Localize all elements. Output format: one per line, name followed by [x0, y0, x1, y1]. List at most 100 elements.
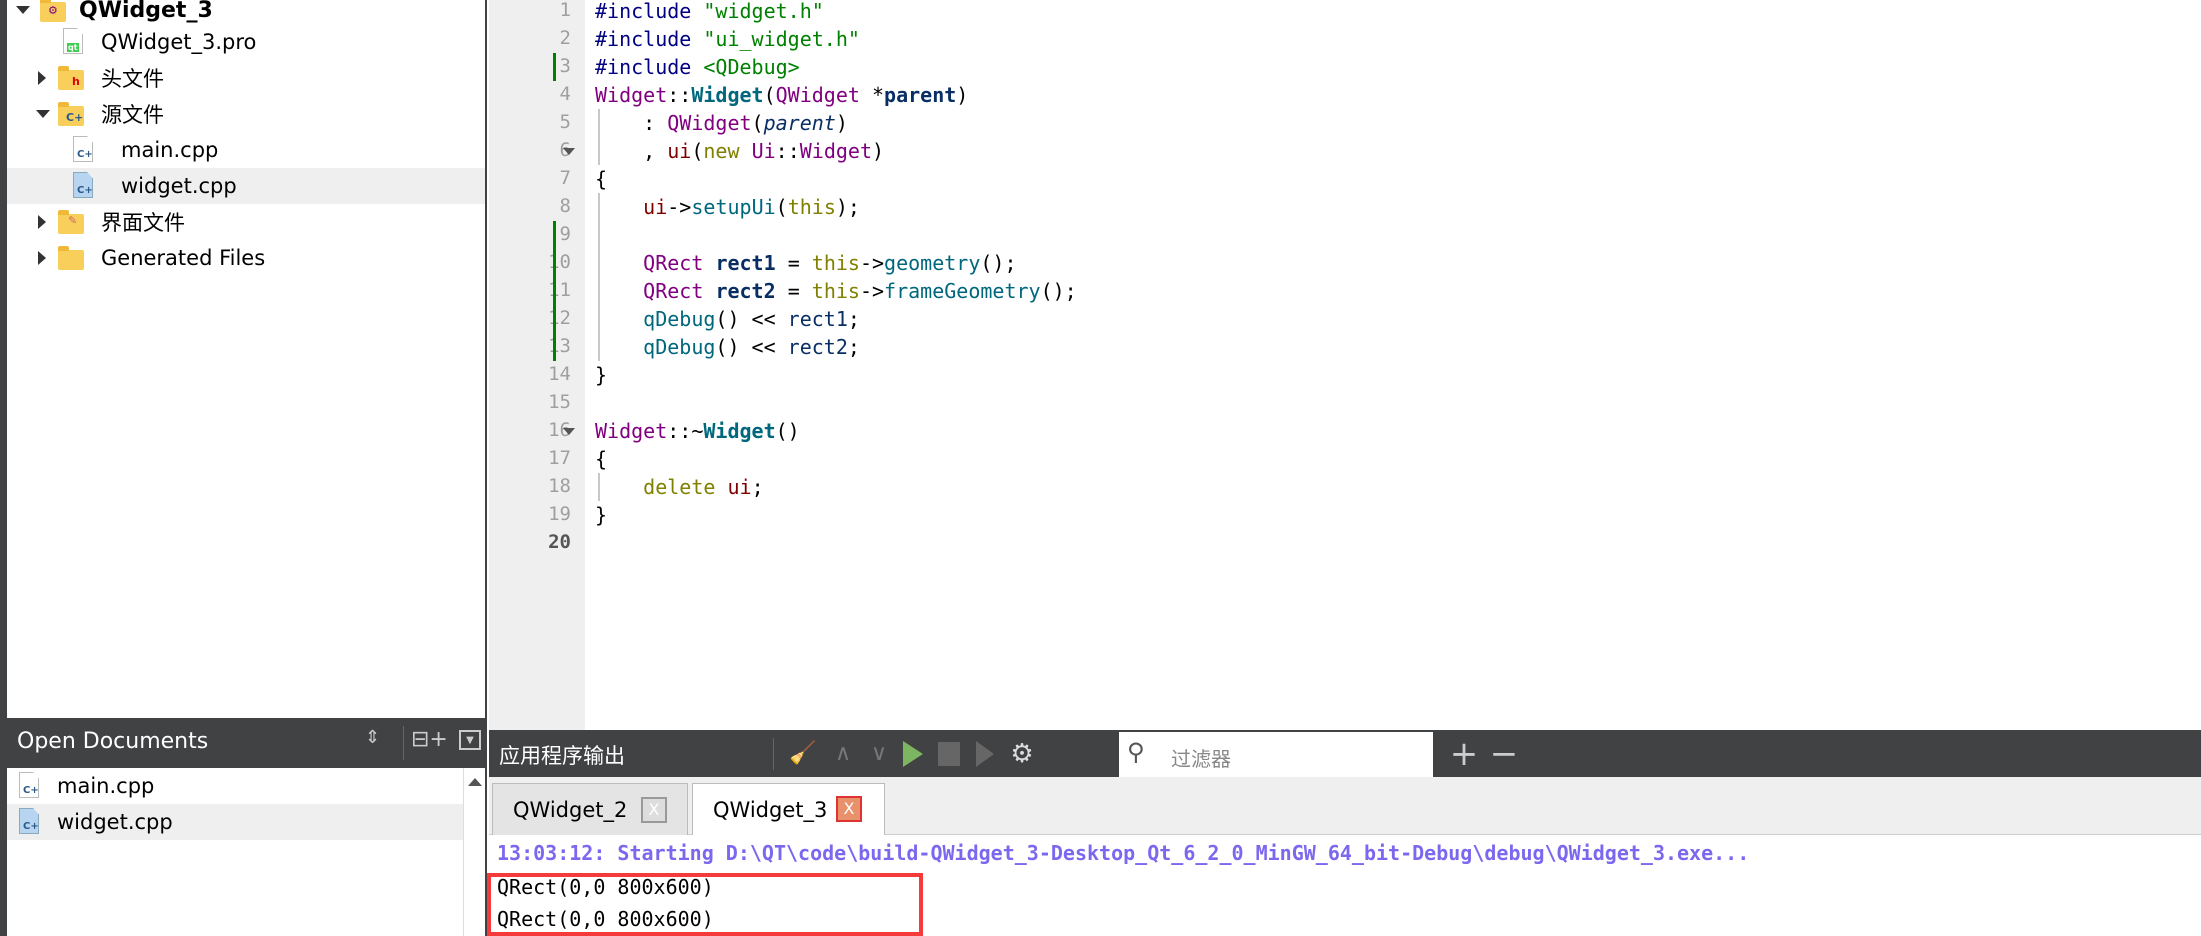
project-panel: ⚙ QWidget_3 qt QWidget_3.pro h 头文件 C+ 源文… [0, 0, 487, 936]
line-number: 14 [548, 363, 571, 385]
code-line: { [595, 165, 607, 193]
highlight-box [487, 873, 923, 936]
cpp-file-icon: C+ [19, 772, 39, 798]
code-token: frameGeometry [884, 279, 1041, 303]
tree-item-sources[interactable]: C+ 源文件 [7, 96, 485, 132]
add-icon[interactable]: + [1449, 730, 1479, 777]
collapse-arrow-icon[interactable] [16, 6, 30, 14]
code-token: ui [643, 195, 668, 219]
settings-gear-icon[interactable]: ⚙ [1007, 730, 1037, 777]
code-line: : QWidget(parent) [595, 109, 848, 137]
line-number: 3 [559, 55, 571, 77]
line-number: 11 [548, 279, 571, 301]
code-token: (); [980, 251, 1017, 275]
tree-item-widget-cpp[interactable]: C+ widget.cpp [7, 168, 485, 204]
code-token: rect2 [787, 335, 848, 359]
line-number: 2 [559, 27, 571, 49]
code-line: { [595, 445, 607, 473]
split-add-icon[interactable]: ⊟+ [411, 727, 448, 752]
clear-broom-icon[interactable]: 🧹 [789, 730, 817, 777]
code-token: Widget [691, 83, 764, 107]
code-token: -> [667, 195, 692, 219]
code-line: , ui(new Ui::Widget) [595, 137, 884, 165]
open-documents-title: Open Documents [17, 729, 209, 754]
code-line: qDebug() << rect1; [595, 305, 860, 333]
fold-arrow-icon[interactable] [563, 148, 575, 155]
code-token: ui [727, 475, 752, 499]
line-number: 12 [548, 307, 571, 329]
code-token: -> [859, 251, 885, 275]
tree-item-main-cpp[interactable]: C+ main.cpp [7, 132, 485, 168]
close-tab-icon[interactable]: X [836, 796, 862, 822]
collapse-arrow-icon[interactable] [36, 110, 50, 118]
code-line: Widget::Widget(QWidget *parent) [595, 81, 968, 109]
line-number: 10 [548, 251, 571, 273]
open-doc-main-cpp[interactable]: C+ main.cpp [7, 768, 463, 804]
line-number: 18 [548, 475, 571, 497]
output-console[interactable]: 13:03:12: Starting D:\QT\code\build-QWid… [487, 835, 2201, 936]
fold-arrow-icon[interactable] [563, 428, 575, 435]
code-token: QWidget [775, 83, 860, 107]
code-token: ui [667, 139, 692, 163]
header-folder-icon: h [58, 66, 84, 90]
line-number: 8 [559, 195, 571, 217]
scroll-up-icon[interactable] [468, 778, 482, 786]
stop-icon[interactable] [935, 730, 963, 777]
tree-item-forms[interactable]: ✎ 界面文件 [7, 204, 485, 240]
tab-qwidget-2[interactable]: QWidget_2 X [492, 783, 688, 835]
tree-item-generated[interactable]: Generated Files [7, 240, 485, 276]
code-token: (); [1040, 279, 1077, 303]
code-token: <QDebug> [703, 55, 800, 79]
code-token: ; [751, 475, 764, 499]
code-line: delete ui; [595, 473, 764, 501]
code-line: qDebug() << rect2; [595, 333, 860, 361]
code-token: parent [763, 111, 836, 135]
filter-input[interactable]: ⚲ 过滤器 [1119, 732, 1433, 778]
code-token: = [775, 251, 812, 275]
code-token: geometry [884, 251, 981, 275]
debug-run-icon[interactable] [971, 730, 999, 777]
forms-folder-icon: ✎ [58, 210, 84, 234]
open-documents-header: Open Documents ⇕ ⊟+ ▼ [7, 718, 485, 768]
code-line: QRect rect1 = this->geometry(); [595, 249, 1017, 277]
code-token: delete [643, 475, 716, 499]
code-editor[interactable]: #include "widget.h" #include "ui_widget.h… [585, 0, 2201, 730]
code-token: "widget.h" [703, 0, 824, 23]
open-doc-widget-cpp[interactable]: C+ widget.cpp [7, 804, 463, 840]
code-token: { [595, 447, 608, 471]
code-token: #include [595, 27, 704, 51]
run-play-icon[interactable] [899, 730, 927, 777]
output-start-line: 13:03:12: Starting D:\QT\code\build-QWid… [497, 841, 1750, 865]
code-token: qDebug [643, 307, 716, 331]
remove-icon[interactable]: − [1489, 730, 1519, 777]
code-line: QRect rect2 = this->frameGeometry(); [595, 277, 1077, 305]
expand-arrow-icon[interactable] [38, 215, 46, 229]
tree-item-headers[interactable]: h 头文件 [7, 60, 485, 96]
code-token: ) [872, 139, 885, 163]
tab-qwidget-3[interactable]: QWidget_3 X [692, 783, 885, 836]
close-tab-icon[interactable]: X [641, 797, 667, 823]
code-token: rect1 [787, 307, 848, 331]
code-line: } [595, 361, 607, 389]
expand-arrow-icon[interactable] [38, 251, 46, 265]
next-down-icon[interactable]: ∨ [865, 730, 893, 777]
line-number: 15 [548, 391, 571, 413]
code-token: Widget [595, 419, 668, 443]
mode-bar-edge [0, 0, 7, 936]
code-token: parent [884, 83, 957, 107]
close-panel-icon[interactable]: ▼ [459, 730, 481, 750]
open-documents-scrollbar[interactable] [463, 768, 485, 936]
code-line: Widget::~Widget() [595, 417, 800, 445]
code-token: "ui_widget.h" [703, 27, 860, 51]
tree-item-pro[interactable]: qt QWidget_3.pro [7, 24, 485, 60]
expand-arrow-icon[interactable] [38, 71, 46, 85]
code-token: : [595, 111, 668, 135]
sort-updown-icon[interactable]: ⇕ [365, 727, 380, 748]
prev-up-icon[interactable]: ∧ [829, 730, 857, 777]
divider [403, 726, 404, 760]
code-token: ) [835, 111, 848, 135]
